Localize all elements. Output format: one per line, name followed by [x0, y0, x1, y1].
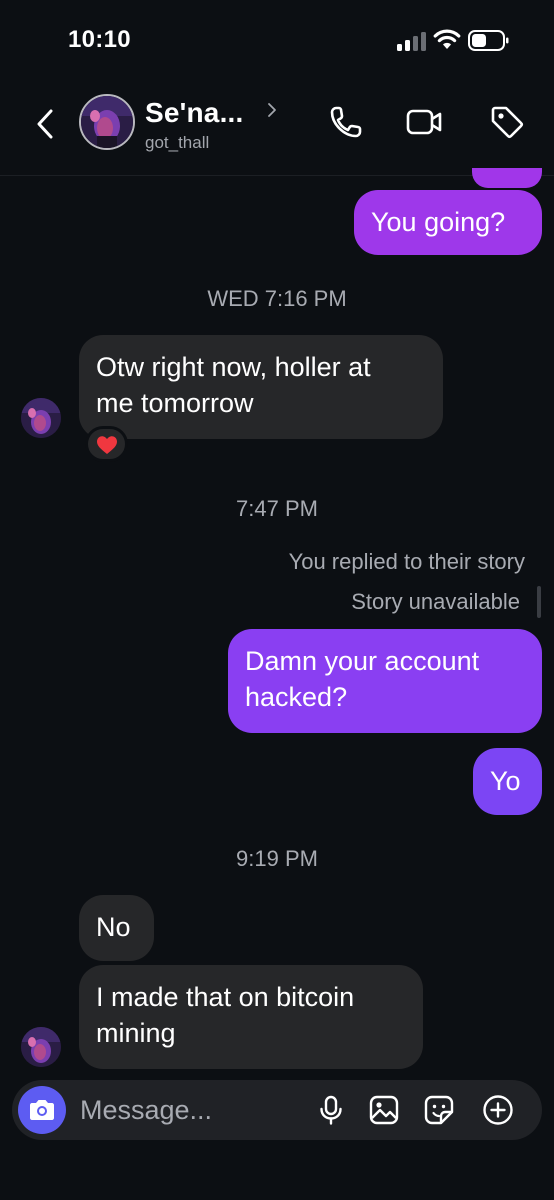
timestamp-divider: 7:47 PM: [236, 496, 318, 521]
message-text: You going?: [371, 207, 506, 237]
outgoing-message[interactable]: Yo: [473, 748, 542, 815]
tag-button[interactable]: [487, 102, 527, 142]
incoming-message[interactable]: I made that on bitcoin mining: [79, 965, 423, 1069]
sticker-button[interactable]: [423, 1094, 455, 1126]
avatar-photo: [21, 398, 61, 438]
message-text-line: hacked?: [245, 682, 348, 712]
battery-icon: [468, 30, 509, 51]
message-text: Yo: [490, 766, 521, 796]
status-time: 10:10: [68, 26, 131, 53]
timestamp-divider: WED 7:16 PM: [207, 286, 347, 311]
contact-avatar-small[interactable]: [21, 1027, 61, 1067]
video-call-button[interactable]: [404, 102, 444, 142]
heart-icon: [96, 436, 117, 454]
gallery-button[interactable]: [368, 1094, 400, 1126]
story-reply-note: You replied to their story: [288, 549, 525, 574]
contact-username[interactable]: got_thall: [145, 133, 209, 153]
contact-avatar-small[interactable]: [21, 398, 61, 438]
incoming-message[interactable]: No: [79, 895, 154, 961]
message-text-line: I made that on bitcoin: [96, 982, 355, 1012]
message-text-line: mining: [96, 1018, 176, 1048]
outgoing-message[interactable]: You going?: [354, 190, 542, 255]
thread-header: Se'na... got_thall: [0, 80, 554, 176]
timestamp-divider: 9:19 PM: [236, 846, 318, 871]
back-button[interactable]: [30, 106, 60, 142]
phone-call-button[interactable]: [326, 102, 366, 142]
dm-thread-screen: 10:10 Se'na... got_thall You going? WED …: [0, 0, 554, 1200]
story-reply-bar: [537, 586, 541, 618]
message-text-line: me tomorrow: [96, 388, 254, 418]
avatar-photo: [81, 96, 133, 148]
microphone-button[interactable]: [315, 1094, 347, 1126]
avatar-photo: [21, 1027, 61, 1067]
contact-name[interactable]: Se'na...: [145, 97, 244, 129]
story-unavailable-note[interactable]: Story unavailable: [351, 589, 520, 615]
contact-avatar[interactable]: [79, 94, 135, 150]
message-text-line: Damn your account: [245, 646, 480, 676]
message-text-line: Otw right now, holler at: [96, 352, 371, 382]
message-composer: [12, 1080, 542, 1140]
cellular-signal-icon: [397, 31, 427, 51]
outgoing-message[interactable]: Damn your account hacked?: [228, 629, 542, 733]
wifi-icon: [433, 29, 461, 49]
camera-icon: [30, 1100, 54, 1120]
message-text: No: [96, 912, 131, 942]
status-bar: 10:10: [0, 0, 554, 80]
incoming-message[interactable]: Otw right now, holler at me tomorrow: [79, 335, 443, 439]
add-button[interactable]: [482, 1094, 514, 1126]
camera-button[interactable]: [18, 1086, 66, 1134]
chevron-right-icon: [268, 103, 276, 117]
bubble-partial-top: [472, 168, 542, 188]
reaction-badge[interactable]: [85, 426, 128, 462]
message-input[interactable]: [80, 1094, 300, 1126]
